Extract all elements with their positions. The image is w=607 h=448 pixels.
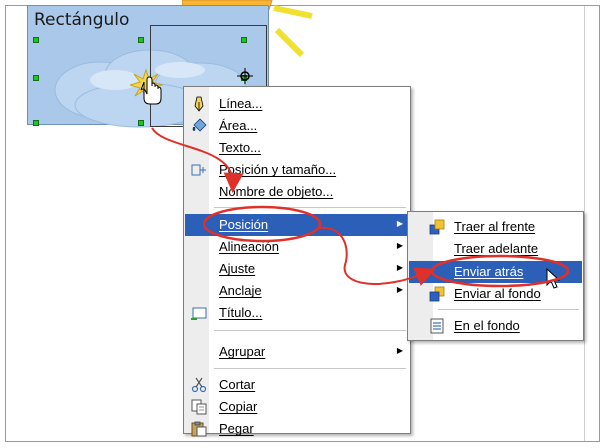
paste-icon bbox=[191, 421, 207, 437]
menu-item-label: Texto... bbox=[219, 140, 261, 155]
selection-handle[interactable] bbox=[241, 37, 247, 43]
menu-item-anclaje[interactable]: Anclaje ▶ bbox=[185, 280, 409, 302]
menu-item-cortar[interactable]: Cortar bbox=[185, 374, 409, 396]
menu-item-label: Área... bbox=[219, 118, 258, 133]
menu-separator bbox=[214, 207, 406, 208]
position-size-icon bbox=[191, 164, 206, 176]
menu-item-alineacion[interactable]: Alineación ▶ bbox=[185, 236, 409, 258]
send-back-icon bbox=[429, 286, 445, 302]
scissors-icon bbox=[191, 377, 207, 393]
menu-item-label: Enviar al fondo bbox=[454, 286, 541, 301]
context-menu: Línea... Área... Texto... Posición y tam… bbox=[183, 86, 411, 437]
menu-item-agrupar[interactable]: Agrupar ▶ bbox=[185, 341, 409, 363]
menu-item-posicion[interactable]: Posición ▶ bbox=[185, 214, 409, 236]
menu-item-copiar[interactable]: Copiar bbox=[185, 396, 409, 418]
menu-item-label: Ajuste bbox=[219, 261, 256, 276]
menu-separator bbox=[214, 330, 406, 331]
page-margin-guide bbox=[584, 6, 585, 441]
submenu-arrow-icon: ▶ bbox=[396, 285, 403, 294]
menu-item-pegar[interactable]: Pegar bbox=[185, 418, 409, 440]
bring-front-icon bbox=[429, 219, 445, 235]
rotation-pivot-icon[interactable] bbox=[237, 68, 253, 84]
rectangle-label: Rectángulo bbox=[34, 10, 130, 30]
menu-item-traer-adelante[interactable]: Traer adelante bbox=[409, 238, 582, 260]
menu-item-label: Traer adelante bbox=[454, 241, 539, 256]
menu-item-label: Cortar bbox=[219, 377, 256, 392]
menu-item-traer-frente[interactable]: Traer al frente bbox=[409, 216, 582, 238]
hand-cursor-icon bbox=[130, 68, 164, 105]
menu-item-linea[interactable]: Línea... bbox=[185, 93, 409, 115]
menu-separator bbox=[214, 368, 406, 369]
pen-icon bbox=[194, 96, 204, 112]
menu-item-label: Línea... bbox=[219, 96, 263, 111]
menu-item-label: Posición bbox=[219, 217, 269, 232]
title-icon bbox=[191, 307, 207, 320]
menu-item-label: Enviar atrás bbox=[454, 264, 524, 279]
menu-item-label: En el fondo bbox=[454, 318, 520, 333]
submenu-arrow-icon: ▶ bbox=[396, 346, 403, 355]
selection-handle[interactable] bbox=[33, 75, 39, 81]
menu-item-ajuste[interactable]: Ajuste ▶ bbox=[185, 258, 409, 280]
menu-item-en-el-fondo[interactable]: En el fondo bbox=[409, 315, 582, 337]
copy-icon bbox=[191, 399, 207, 415]
submenu-arrow-icon: ▶ bbox=[396, 219, 403, 228]
menu-item-nombre-objeto[interactable]: Nombre de objeto... bbox=[185, 181, 409, 203]
menu-item-texto[interactable]: Texto... bbox=[185, 137, 409, 159]
selection-handle[interactable] bbox=[138, 37, 144, 43]
menu-item-label: Alineación bbox=[219, 239, 279, 254]
menu-item-label: Copiar bbox=[219, 399, 258, 414]
arrow-cursor-icon bbox=[546, 268, 561, 289]
selection-handle[interactable] bbox=[33, 37, 39, 43]
menu-item-label: Traer al frente bbox=[454, 219, 536, 234]
menu-item-label: Anclaje bbox=[219, 283, 262, 298]
menu-separator bbox=[438, 309, 579, 310]
menu-item-label: Nombre de objeto... bbox=[219, 184, 334, 199]
menu-item-area[interactable]: Área... bbox=[185, 115, 409, 137]
paint-bucket-icon bbox=[192, 118, 207, 132]
submenu-arrow-icon: ▶ bbox=[396, 263, 403, 272]
submenu-arrow-icon: ▶ bbox=[396, 241, 403, 250]
background-icon bbox=[430, 318, 444, 334]
menu-item-titulo[interactable]: Título... bbox=[185, 302, 409, 324]
menu-item-label: Título... bbox=[219, 305, 263, 320]
menu-item-label: Pegar bbox=[219, 421, 254, 436]
menu-item-label: Posición y tamaño... bbox=[219, 162, 337, 177]
menu-item-posicion-tamano[interactable]: Posición y tamaño... bbox=[185, 159, 409, 181]
selection-handle[interactable] bbox=[33, 120, 39, 126]
menu-item-label: Agrupar bbox=[219, 344, 266, 359]
selection-handle[interactable] bbox=[138, 120, 144, 126]
